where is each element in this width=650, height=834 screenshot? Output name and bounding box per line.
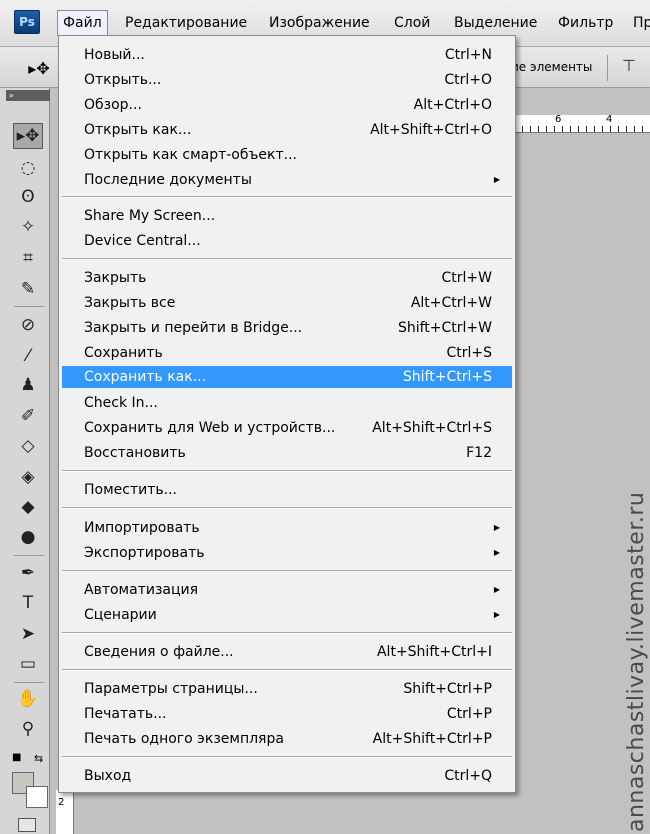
menu-item-save-as[interactable]: Сохранить как... Shift+Ctrl+S: [62, 366, 512, 388]
options-divider: [607, 55, 608, 81]
menu-item-open-smart-object[interactable]: Открыть как смарт-объект...: [62, 144, 512, 166]
history-brush-tool-icon[interactable]: ✐: [13, 403, 43, 429]
menu-separator: [62, 470, 512, 472]
menu-item-close-all[interactable]: Закрыть все Alt+Ctrl+W: [62, 292, 512, 314]
default-colors-icon[interactable]: ■: [12, 752, 21, 763]
menu-separator: [62, 756, 512, 758]
menu-image[interactable]: Изображение: [264, 10, 375, 36]
file-menu-dropdown: Новый... Ctrl+N Открыть... Ctrl+O Обзор...…: [58, 35, 516, 793]
menu-item-new[interactable]: Новый... Ctrl+N: [62, 44, 512, 66]
menu-separator: [62, 570, 512, 572]
menu-item-file-info[interactable]: Сведения о файле... Alt+Shift+Ctrl+I: [62, 641, 512, 663]
blur-tool-icon[interactable]: ◆: [13, 494, 43, 520]
menu-select[interactable]: Выделение: [449, 10, 542, 36]
eraser-tool-icon[interactable]: ◇: [13, 433, 43, 459]
menu-separator: [62, 196, 512, 198]
panel-collapse-icon[interactable]: »: [6, 90, 50, 101]
type-tool-icon[interactable]: T: [13, 590, 43, 616]
menu-item-automate[interactable]: Автоматизация ▶: [62, 579, 512, 601]
eyedropper-tool-icon[interactable]: ✎: [13, 276, 43, 302]
menu-item-device-central[interactable]: Device Central...: [62, 230, 512, 252]
menu-item-save-for-web[interactable]: Сохранить для Web и устройств... Alt+Shif…: [62, 417, 512, 439]
tool-divider: [14, 682, 44, 683]
swap-colors-icon[interactable]: ⇆: [34, 752, 43, 765]
menu-item-recent-documents[interactable]: Последние документы ▶: [62, 169, 512, 191]
ruler-number: 6: [555, 114, 562, 125]
tool-divider: [14, 555, 44, 556]
menu-edit[interactable]: Редактирование: [120, 10, 252, 36]
menu-separator: [62, 258, 512, 260]
menu-separator: [62, 507, 512, 509]
menu-separator: [62, 669, 512, 671]
zoom-tool-icon[interactable]: ⚲: [13, 716, 43, 742]
menu-filter[interactable]: Фильтр: [553, 10, 618, 36]
submenu-arrow-icon: ▶: [493, 175, 500, 184]
move-tool-preset-icon[interactable]: ▸✥: [24, 56, 54, 80]
submenu-arrow-icon: ▶: [493, 523, 500, 532]
menu-item-check-in[interactable]: Check In...: [62, 392, 512, 414]
marquee-tool-icon[interactable]: ◌: [13, 155, 43, 181]
menu-item-exit[interactable]: Выход Ctrl+Q: [62, 765, 512, 787]
background-color-swatch[interactable]: [26, 786, 48, 808]
menu-item-place[interactable]: Поместить...: [62, 479, 512, 501]
menu-item-open[interactable]: Открыть... Ctrl+O: [62, 69, 512, 91]
options-transform-controls-label[interactable]: ие элементы: [511, 60, 592, 74]
menu-item-page-setup[interactable]: Параметры страницы... Shift+Ctrl+P: [62, 678, 512, 700]
ruler-number: 4: [606, 114, 613, 125]
tool-divider: [14, 306, 44, 307]
submenu-arrow-icon: ▶: [493, 548, 500, 557]
submenu-arrow-icon: ▶: [493, 585, 500, 594]
watermark: annaschastlivay.livemaster.ru: [624, 491, 649, 832]
menu-item-open-as[interactable]: Открыть как... Alt+Shift+Ctrl+O: [62, 119, 512, 141]
align-top-icon[interactable]: ⊤: [622, 56, 636, 75]
menu-item-close[interactable]: Закрыть Ctrl+W: [62, 267, 512, 289]
menu-view[interactable]: Пр: [628, 10, 650, 36]
hand-tool-icon[interactable]: ✋: [13, 686, 43, 712]
menu-file[interactable]: Файл: [57, 10, 108, 36]
menu-item-print-one-copy[interactable]: Печать одного экземпляра Alt+Shift+Ctrl+P: [62, 728, 512, 750]
tools-panel: » ▸✥ ◌ ʘ ✧ ⌗ ✎ ⊘ ⁄ ♟ ✐ ◇ ◈ ◆ ● ✒ T ➤ ▭ ✋…: [0, 88, 50, 834]
menu-item-scripts[interactable]: Сценарии ▶: [62, 604, 512, 626]
menu-item-browse[interactable]: Обзор... Alt+Ctrl+O: [62, 94, 512, 116]
lasso-tool-icon[interactable]: ʘ: [13, 184, 43, 210]
menu-item-share-my-screen[interactable]: Share My Screen...: [62, 205, 512, 227]
menu-separator: [62, 632, 512, 634]
move-tool-icon[interactable]: ▸✥: [13, 123, 43, 149]
crop-tool-icon[interactable]: ⌗: [13, 245, 43, 271]
menu-item-import[interactable]: Импортировать ▶: [62, 517, 512, 539]
quick-select-tool-icon[interactable]: ✧: [13, 214, 43, 240]
top-ruler: [514, 115, 650, 133]
pen-tool-icon[interactable]: ✒: [13, 560, 43, 586]
menu-item-save[interactable]: Сохранить Ctrl+S: [62, 342, 512, 364]
ruler-number: 2: [58, 797, 65, 808]
menu-item-close-go-to-bridge[interactable]: Закрыть и перейти в Bridge... Shift+Ctrl+…: [62, 317, 512, 339]
clone-stamp-tool-icon[interactable]: ♟: [13, 372, 43, 398]
menu-item-print[interactable]: Печатать... Ctrl+P: [62, 703, 512, 725]
menu-item-revert[interactable]: Восстановить F12: [62, 442, 512, 464]
shape-tool-icon[interactable]: ▭: [13, 651, 43, 677]
photoshop-logo: Ps: [14, 10, 40, 34]
healing-brush-tool-icon[interactable]: ⊘: [13, 312, 43, 338]
dodge-tool-icon[interactable]: ●: [13, 524, 43, 550]
submenu-arrow-icon: ▶: [493, 610, 500, 619]
paint-bucket-tool-icon[interactable]: ◈: [13, 464, 43, 490]
brush-tool-icon[interactable]: ⁄: [13, 343, 43, 369]
menu-layer[interactable]: Слой: [389, 10, 435, 36]
quick-mask-icon[interactable]: [18, 818, 36, 832]
path-select-tool-icon[interactable]: ➤: [13, 621, 43, 647]
menu-item-export[interactable]: Экспортировать ▶: [62, 542, 512, 564]
